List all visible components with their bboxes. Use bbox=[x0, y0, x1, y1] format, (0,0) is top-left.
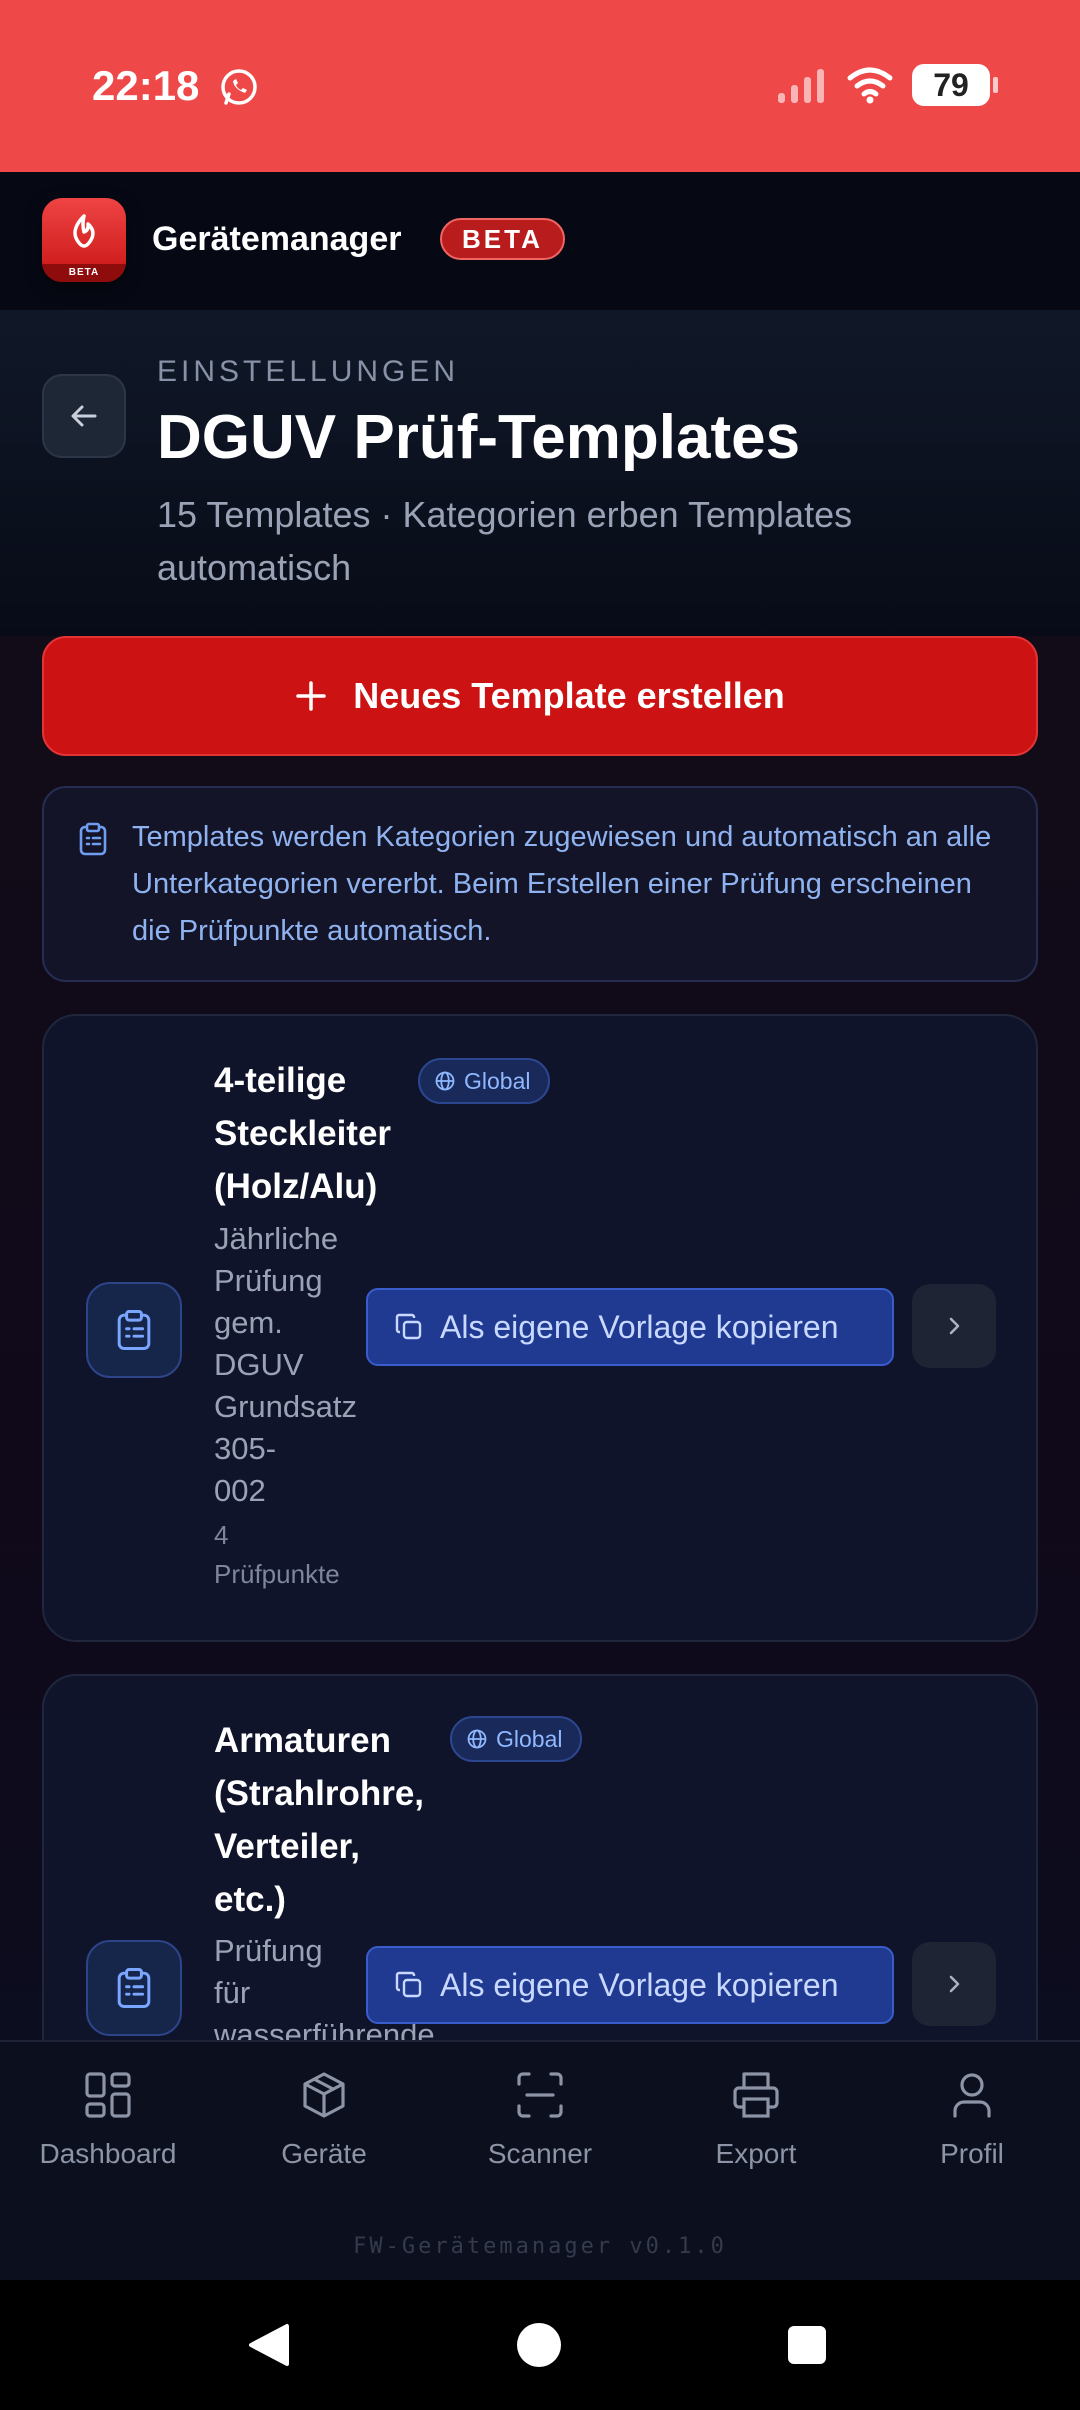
template-title: 4-teilige Steckleiter (Holz/Alu) bbox=[214, 1061, 392, 1206]
scan-icon bbox=[517, 2072, 563, 2118]
signal-icon bbox=[778, 69, 824, 103]
breadcrumb: EINSTELLUNGEN bbox=[157, 355, 460, 388]
global-badge: Global bbox=[418, 1058, 551, 1104]
status-time: 22:18 bbox=[92, 62, 200, 109]
clipboard-icon bbox=[117, 1309, 151, 1351]
version-label: FW-Gerätemanager v0.1.0 bbox=[353, 2234, 727, 2259]
page-subtitle: 15 Templates · Kategorien erben Template… bbox=[157, 494, 853, 588]
whatsapp-icon bbox=[221, 69, 257, 105]
globe-icon bbox=[435, 1071, 455, 1091]
template-title: Armaturen (Strahlrohre, Verteiler, etc.) bbox=[214, 1721, 425, 1919]
new-template-button[interactable]: Neues Template erstellen bbox=[42, 636, 1038, 756]
chevron-right-icon bbox=[949, 1317, 960, 1335]
copy-template-button[interactable]: Als eigene Vorlage kopieren bbox=[366, 1946, 894, 2024]
template-icon bbox=[86, 1282, 182, 1378]
nav-item-export[interactable]: Export bbox=[648, 2070, 864, 2170]
info-box: Templates werden Kategorien zugewiesen u… bbox=[42, 786, 1038, 982]
user-icon bbox=[953, 2073, 991, 2118]
app-name: Gerätemanager bbox=[152, 220, 402, 258]
printer-icon bbox=[733, 2072, 779, 2118]
open-template-button[interactable] bbox=[912, 1284, 996, 1368]
recents-button[interactable] bbox=[788, 2326, 826, 2364]
content-area[interactable]: Neues Template erstellen Templates werde… bbox=[0, 636, 1080, 2040]
clipboard-icon bbox=[79, 822, 107, 856]
info-text: Templates werden Kategorien zugewiesen u… bbox=[132, 821, 992, 947]
dashboard-icon bbox=[85, 2072, 131, 2118]
nav-item-geraete[interactable]: Geräte bbox=[216, 2070, 432, 2170]
template-icon bbox=[86, 1940, 182, 2036]
page-title: DGUV Prüf-Templates bbox=[157, 403, 801, 472]
logo-beta-label: BETA bbox=[42, 264, 126, 282]
wifi-icon bbox=[847, 67, 893, 104]
template-description: Jährliche Prüfung gem. DGUV Grundsatz 30… bbox=[214, 1221, 358, 1508]
copy-icon bbox=[395, 1313, 422, 1340]
system-nav-bar bbox=[0, 2280, 1080, 2410]
global-badge: Global bbox=[450, 1716, 583, 1762]
nav-item-profil[interactable]: Profil bbox=[864, 2070, 1080, 2170]
open-template-button[interactable] bbox=[912, 1942, 996, 2026]
template-card[interactable]: Armaturen (Strahlrohre, Verteiler, etc.)… bbox=[42, 1674, 1038, 2040]
app-header: BETA Gerätemanager BETA bbox=[0, 172, 1080, 310]
home-button[interactable] bbox=[517, 2323, 561, 2367]
battery-indicator: 79 bbox=[912, 64, 998, 106]
status-bar: 22:18 79 bbox=[0, 0, 1080, 172]
flame-icon bbox=[73, 214, 95, 248]
app-logo[interactable]: BETA bbox=[42, 198, 126, 282]
page-header: EINSTELLUNGEN DGUV Prüf-Templates 15 Tem… bbox=[0, 310, 1080, 636]
arrow-left-icon bbox=[71, 405, 97, 427]
new-template-label: Neues Template erstellen bbox=[353, 675, 785, 716]
template-card[interactable]: 4-teilige Steckleiter (Holz/Alu) Global … bbox=[42, 1014, 1038, 1642]
copy-template-button[interactable]: Als eigene Vorlage kopieren bbox=[366, 1288, 894, 1366]
copy-icon bbox=[395, 1971, 422, 1998]
plus-icon bbox=[296, 681, 326, 711]
back-button[interactable] bbox=[42, 374, 126, 458]
chevron-right-icon bbox=[949, 1975, 960, 1993]
clipboard-icon bbox=[117, 1967, 151, 2009]
nav-item-dashboard[interactable]: Dashboard bbox=[0, 2070, 216, 2170]
beta-badge: BETA bbox=[440, 218, 565, 260]
globe-icon bbox=[467, 1729, 487, 1749]
back-triangle-icon[interactable] bbox=[245, 2322, 291, 2368]
box-icon bbox=[303, 2072, 345, 2118]
bottom-nav: Dashboard Geräte Scanner Export Profil F… bbox=[0, 2040, 1080, 2280]
nav-item-scanner[interactable]: Scanner bbox=[432, 2070, 648, 2170]
checkpoint-count: 4 Prüfpunkte bbox=[214, 1520, 340, 1589]
